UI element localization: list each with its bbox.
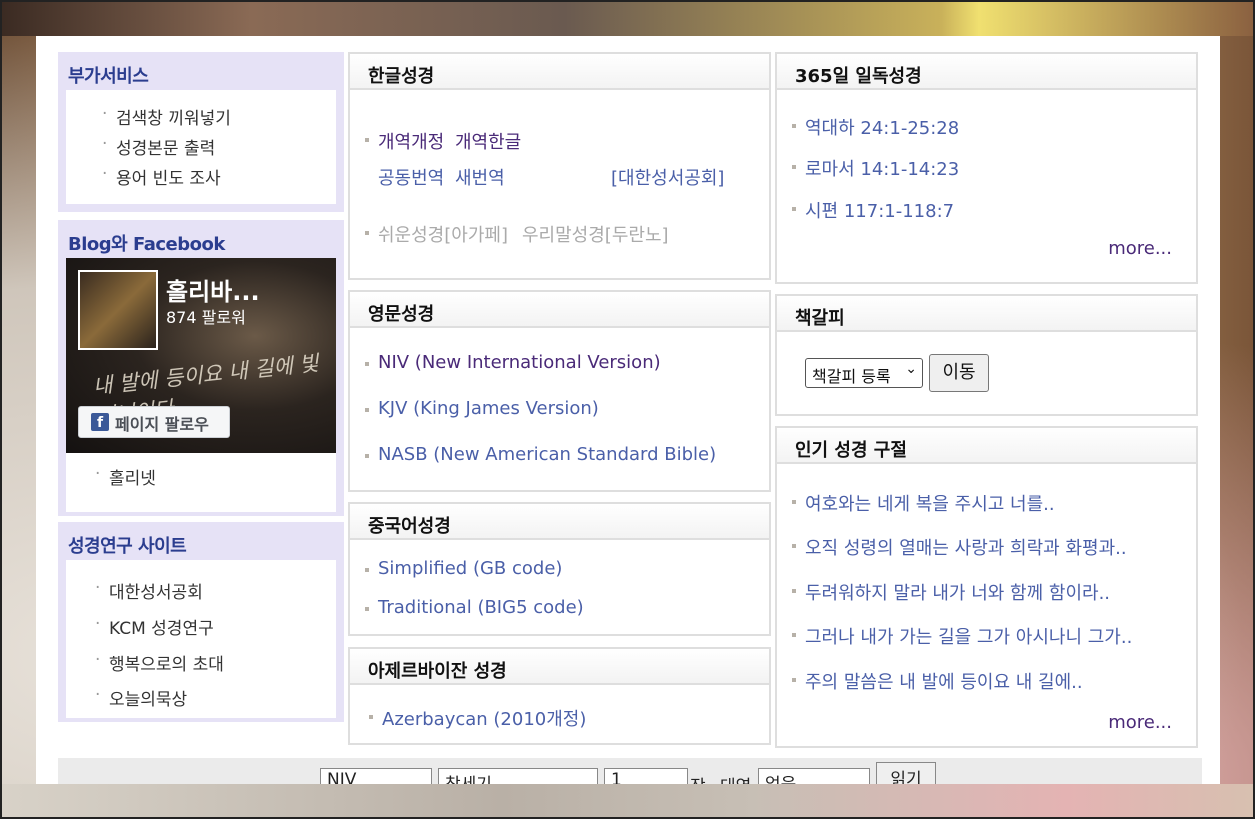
bookmark-select-value: 책갈피 등록 [812,367,891,386]
addon-item-frequency[interactable]: 용어 빈도 조사 [102,164,221,189]
english-kjv[interactable]: KJV (King James Version) [365,398,599,419]
facebook-icon: f [91,413,109,431]
popular-verses-box: 인기 성경 구절 여호와는 네게 복을 주시고 너를.. 오직 성령의 열매는 … [775,426,1198,748]
daily-reading-header: 365일 일독성경 [777,54,1196,90]
popular-verse-item[interactable]: 두려워하지 말라 내가 너와 함께 함이라.. [791,579,1110,605]
holynet-link[interactable]: 홀리넷 [95,464,156,489]
bookmark-go-button[interactable]: 이동 [929,354,989,392]
research-item-meditation[interactable]: 오늘의묵상 [95,685,187,710]
english-bible-title: 영문성경 [368,304,435,325]
korean-common-translation[interactable]: 공동번역 [378,164,444,190]
book-select-value: 창세기 [445,770,492,784]
bookmark-box: 책갈피 책갈피 등록 ⌄ 이동 [775,294,1198,416]
korean-revised[interactable]: 개역한글 [455,128,521,154]
korean-new-translation[interactable]: 새번역 [455,164,505,190]
addon-item-search-embed[interactable]: 검색창 끼워넣기 [102,104,231,129]
facebook-page-name[interactable]: 홀리바... [166,272,260,307]
background-photo-bottom [0,784,1255,819]
facebook-follow-label: 페이지 팔로우 [115,415,209,434]
azerbaijan-bible-title: 아제르바이잔 성경 [368,661,507,682]
bookmark-header: 책갈피 [777,296,1196,332]
daily-reading-item[interactable]: 로마서 14:1-14:23 [791,155,959,181]
research-item-kcm[interactable]: KCM 성경연구 [95,614,214,639]
chapter-input[interactable]: 1 [604,768,688,784]
facebook-follower-count: 874 팔로워 [166,308,246,327]
research-list: 대한성서공회 KCM 성경연구 행복으로의 초대 오늘의묵상 [66,560,336,718]
english-bible-header: 영문성경 [350,292,769,328]
korean-bible-title: 한글성경 [368,66,435,87]
popular-verse-item[interactable]: 주의 말씀은 내 발에 등이요 내 길에.. [792,668,1083,694]
addon-list: 검색창 끼워넣기 성경본문 출력 용어 빈도 조사 [66,90,336,204]
popular-verse-item[interactable]: 그러나 내가 가는 길을 그가 아시나니 그가.. [791,623,1132,649]
compare-label: 대역 [720,772,751,784]
english-bible-box: 영문성경 NIV (New International Version) KJV… [348,290,771,492]
daily-reading-item[interactable]: 시편 117:1-118:7 [791,197,954,223]
korean-our-bible[interactable]: 우리말성경[두란노] [522,221,669,247]
bookmark-title: 책갈피 [795,308,845,329]
chinese-traditional[interactable]: Traditional (BIG5 code) [365,597,584,618]
korean-bible-header: 한글성경 [350,54,769,90]
chinese-simplified[interactable]: Simplified (GB code) [364,558,562,579]
chinese-bible-title: 중국어성경 [368,516,451,537]
korean-bible-society-link[interactable]: [대한성서공회] [611,164,724,190]
daily-reading-item[interactable]: 역대하 24:1-25:28 [791,114,959,140]
read-button[interactable]: 읽기 [876,762,936,784]
english-niv[interactable]: NIV (New International Version) [365,352,661,373]
compare-select-value: 없음 [765,770,796,784]
daily-reading-more-link[interactable]: more... [1108,238,1172,259]
research-section: 성경연구 사이트 대한성서공회 KCM 성경연구 행복으로의 초대 오늘의묵상 [58,522,344,722]
popular-verses-more-link[interactable]: more... [1108,712,1172,733]
facebook-widget[interactable]: 홀리바... 874 팔로워 내 발에 등이요 내 길에 빛이니이다 f 페이지… [66,258,336,453]
chinese-bible-header: 중국어성경 [350,504,769,540]
addon-section: 부가서비스 검색창 끼워넣기 성경본문 출력 용어 빈도 조사 [58,52,344,212]
research-title: 성경연구 사이트 [68,536,187,557]
english-nasb[interactable]: NASB (New American Standard Bible) [364,444,716,465]
popular-verses-header: 인기 성경 구절 [777,428,1196,464]
bible-reader-bar: NIV 창세기 1 장 대역 없음 읽기 [58,758,1202,784]
addon-title: 부가서비스 [68,66,149,87]
azerbaijan-2010[interactable]: Azerbaycan (2010개정) [368,705,586,731]
popular-verse-item[interactable]: 오직 성령의 열매는 사랑과 희락과 화평과.. [792,534,1127,560]
daily-reading-box: 365일 일독성경 역대하 24:1-25:28 로마서 14:1-14:23 … [775,52,1198,284]
chapter-input-value: 1 [611,770,622,784]
chevron-down-icon: ⌄ [905,361,917,377]
main-panel: 부가서비스 검색창 끼워넣기 성경본문 출력 용어 빈도 조사 Blog와 Fa… [36,36,1220,784]
azerbaijan-bible-box: 아제르바이잔 성경 Azerbaycan (2010개정) [348,647,771,745]
chapter-suffix: 장 [690,772,706,784]
korean-revised-new[interactable]: 개역개정 [364,128,444,154]
background-photo-top [0,0,1255,36]
addon-item-print[interactable]: 성경본문 출력 [102,134,215,159]
bookmark-select[interactable]: 책갈피 등록 ⌄ [805,358,923,388]
facebook-page-avatar[interactable] [78,270,158,350]
version-select-value: NIV [327,770,357,784]
research-item-bible-society[interactable]: 대한성서공회 [95,578,203,603]
korean-bible-box: 한글성경 개역개정 개역한글 공동번역 새번역 [대한성서공회] 쉬운성경[아가… [348,52,771,280]
chinese-bible-box: 중국어성경 Simplified (GB code) Traditional (… [348,502,771,636]
facebook-follow-button[interactable]: f 페이지 팔로우 [78,406,230,438]
daily-reading-title: 365일 일독성경 [795,66,922,87]
azerbaijan-bible-header: 아제르바이잔 성경 [350,649,769,685]
korean-easy-bible[interactable]: 쉬운성경[아가페] [365,221,508,247]
book-select[interactable]: 창세기 [438,768,598,784]
popular-verses-title: 인기 성경 구절 [795,440,907,461]
blog-title: Blog와 Facebook [68,234,225,255]
popular-verse-item[interactable]: 여호와는 네게 복을 주시고 너를.. [792,490,1055,516]
compare-select[interactable]: 없음 [758,768,870,784]
version-select[interactable]: NIV [320,768,432,784]
research-item-invitation[interactable]: 행복으로의 초대 [95,650,224,675]
